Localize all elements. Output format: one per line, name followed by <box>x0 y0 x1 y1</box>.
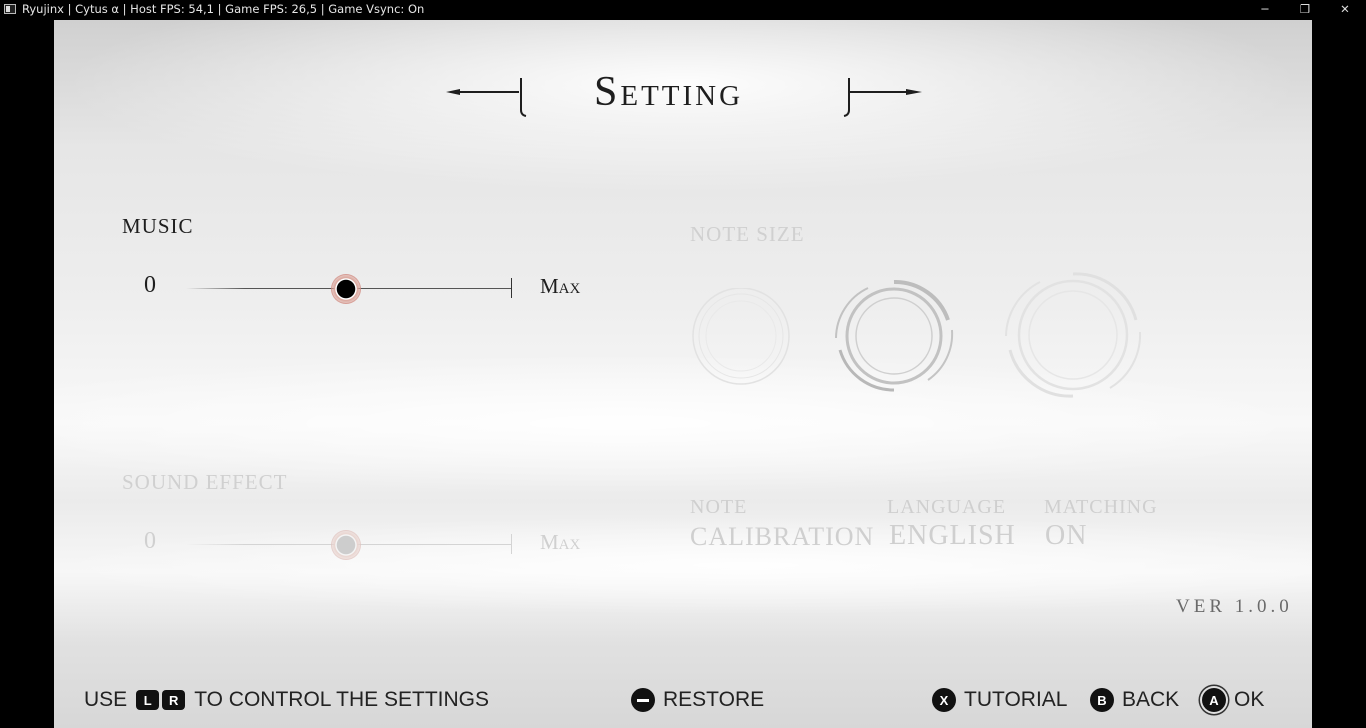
language-value[interactable]: ENGLISH <box>889 520 1016 552</box>
sound-effect-max-label: Max <box>540 530 581 554</box>
minus-button-icon <box>631 688 655 712</box>
window-titlebar: Ryujinx | Cytus α | Host FPS: 54,1 | Gam… <box>0 0 1366 19</box>
use-label: USE <box>84 688 128 711</box>
language-label: LANGUAGE <box>887 496 1007 518</box>
x-button-icon: X <box>932 688 956 712</box>
matching-value[interactable]: ON <box>1045 520 1087 552</box>
note-size-label: NOTE SIZE <box>690 222 805 246</box>
ok-label: OK <box>1234 688 1265 711</box>
use-lr-hint: USE L R TO CONTROL THE SETTINGS <box>84 680 489 720</box>
matching-label: MATCHING <box>1044 496 1158 518</box>
music-min-label: 0 <box>144 272 156 298</box>
note-calibration-label: NOTE <box>690 496 748 518</box>
ok-button[interactable]: A OK <box>1202 680 1264 720</box>
tutorial-button[interactable]: X TUTORIAL <box>932 680 1067 720</box>
music-slider-end <box>511 278 512 298</box>
left-arrow-ornament-icon <box>446 78 527 117</box>
tutorial-label: TUTORIAL <box>964 688 1068 711</box>
r-button-icon: R <box>162 690 186 710</box>
game-viewport: Setting MUSIC 0 Max SOUND EFFECT 0 Max N… <box>54 20 1312 728</box>
sound-effect-label: SOUND EFFECT <box>122 470 288 494</box>
note-size-small-option[interactable] <box>686 288 796 388</box>
page-title: Setting <box>594 69 744 115</box>
l-button-icon: L <box>136 690 160 710</box>
footer-hints: USE L R TO CONTROL THE SETTINGS RESTORE … <box>54 680 1312 720</box>
version-label: VER 1.0.0 <box>1176 596 1293 617</box>
restore-label: RESTORE <box>663 688 765 711</box>
a-button-icon: A <box>1202 688 1226 712</box>
note-size-large-option[interactable] <box>1000 272 1146 398</box>
back-label: BACK <box>1122 688 1180 711</box>
app-icon <box>4 4 16 14</box>
music-label: MUSIC <box>122 214 194 238</box>
note-calibration-button[interactable]: CALIBRATION <box>690 522 874 552</box>
music-max-label: Max <box>540 274 581 298</box>
sound-effect-slider-end <box>511 534 512 554</box>
sound-effect-slider-thumb[interactable] <box>330 530 361 560</box>
restore-button[interactable]: RESTORE <box>631 680 764 720</box>
maximize-button[interactable]: ❐ <box>1286 0 1324 19</box>
note-size-medium-option[interactable] <box>828 280 960 392</box>
minimize-button[interactable]: ─ <box>1246 0 1284 19</box>
control-settings-label: TO CONTROL THE SETTINGS <box>194 688 489 711</box>
back-button[interactable]: B BACK <box>1090 680 1179 720</box>
window-title: Ryujinx | Cytus α | Host FPS: 54,1 | Gam… <box>22 2 425 16</box>
music-slider-thumb[interactable] <box>330 274 361 304</box>
close-button[interactable]: ✕ <box>1326 0 1364 19</box>
b-button-icon: B <box>1090 688 1114 712</box>
sound-effect-min-label: 0 <box>144 528 156 554</box>
right-arrow-ornament-icon <box>843 78 922 117</box>
